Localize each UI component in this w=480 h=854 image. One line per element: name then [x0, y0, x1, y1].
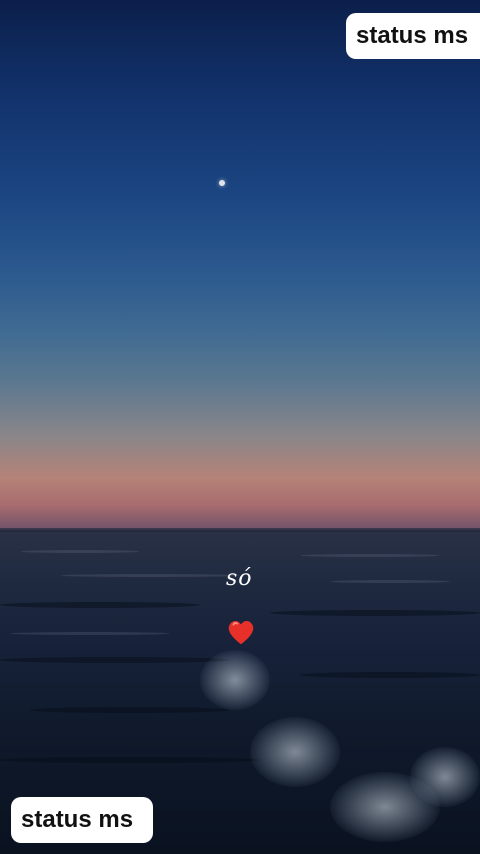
wave [0, 757, 260, 763]
foam [200, 650, 270, 710]
wave [20, 550, 140, 553]
wave [270, 610, 480, 616]
wave [300, 554, 440, 557]
sunset-sky [0, 0, 480, 532]
wave [0, 657, 230, 663]
wave [300, 672, 480, 678]
story-screen: só status ms status ms [0, 0, 480, 854]
wave [0, 602, 200, 608]
watermark-badge-top: status ms [346, 13, 480, 59]
wave [10, 632, 170, 635]
red-heart-icon [228, 620, 254, 645]
moon-icon [219, 180, 225, 186]
caption-text: só [226, 566, 253, 591]
foam [410, 747, 480, 807]
foam [250, 717, 340, 787]
wave [330, 580, 450, 583]
watermark-badge-bottom: status ms [11, 797, 153, 843]
wave [60, 574, 240, 577]
wave [30, 707, 230, 713]
